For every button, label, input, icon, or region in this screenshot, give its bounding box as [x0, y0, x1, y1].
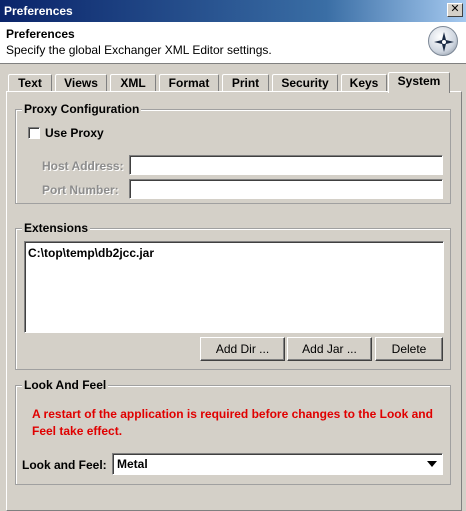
tab-keys[interactable]: Keys	[341, 74, 387, 92]
dialog-header: Preferences Specify the global Exchanger…	[0, 22, 466, 64]
tab-system[interactable]: System	[388, 72, 450, 93]
extensions-group: Extensions C:\top\temp\db2jcc.jar Add Di…	[15, 221, 451, 370]
proxy-group-label: Proxy Configuration	[22, 102, 142, 116]
tab-label: Print	[231, 76, 260, 90]
host-address-label: Host Address:	[42, 159, 124, 173]
system-panel: Proxy Configuration Use Proxy Host Addre…	[6, 91, 462, 511]
port-number-label: Port Number:	[42, 183, 119, 197]
close-button[interactable]: ✕	[447, 3, 463, 17]
port-number-input[interactable]	[129, 179, 443, 199]
host-address-input[interactable]	[129, 155, 443, 175]
title-bar: Preferences ✕	[0, 0, 466, 22]
look-and-feel-value: Metal	[117, 457, 148, 471]
tab-label: System	[397, 74, 441, 88]
tab-label: Views	[64, 76, 98, 90]
look-and-feel-group-label: Look And Feel	[22, 378, 109, 392]
window-title: Preferences	[4, 4, 73, 18]
look-and-feel-select[interactable]: Metal	[112, 453, 443, 475]
delete-button[interactable]: Delete	[375, 337, 443, 361]
close-icon: ✕	[450, 3, 460, 15]
tab-views[interactable]: Views	[55, 74, 107, 92]
tab-format[interactable]: Format	[159, 74, 219, 92]
add-dir-button[interactable]: Add Dir ...	[200, 337, 285, 361]
tab-security[interactable]: Security	[272, 74, 338, 92]
add-jar-button[interactable]: Add Jar ...	[287, 337, 372, 361]
tab-label: Format	[168, 76, 210, 90]
extensions-group-label: Extensions	[22, 221, 91, 235]
chevron-down-icon[interactable]	[424, 456, 440, 472]
tab-label: XML	[120, 76, 146, 90]
tab-print[interactable]: Print	[222, 74, 269, 92]
proxy-configuration-group: Proxy Configuration Use Proxy Host Addre…	[15, 102, 451, 204]
tab-label: Text	[18, 76, 42, 90]
tab-xml[interactable]: XML	[110, 74, 156, 92]
look-and-feel-label: Look and Feel:	[22, 458, 107, 472]
tab-label: Security	[281, 76, 329, 90]
list-item[interactable]: C:\top\temp\db2jcc.jar	[28, 246, 154, 260]
look-and-feel-group: Look And Feel A restart of the applicati…	[15, 378, 451, 485]
use-proxy-checkbox[interactable]	[28, 127, 40, 139]
header-subtitle: Specify the global Exchanger XML Editor …	[6, 43, 272, 57]
tab-text[interactable]: Text	[8, 74, 52, 92]
tab-label: Keys	[349, 76, 379, 90]
extensions-list[interactable]: C:\top\temp\db2jcc.jar	[24, 241, 444, 333]
header-title: Preferences	[6, 27, 75, 41]
tab-strip: Text Views XML Format Print Security Key…	[8, 72, 458, 93]
restart-warning: A restart of the application is required…	[32, 407, 433, 438]
use-proxy-label: Use Proxy	[45, 126, 104, 140]
compass-icon	[428, 26, 458, 56]
